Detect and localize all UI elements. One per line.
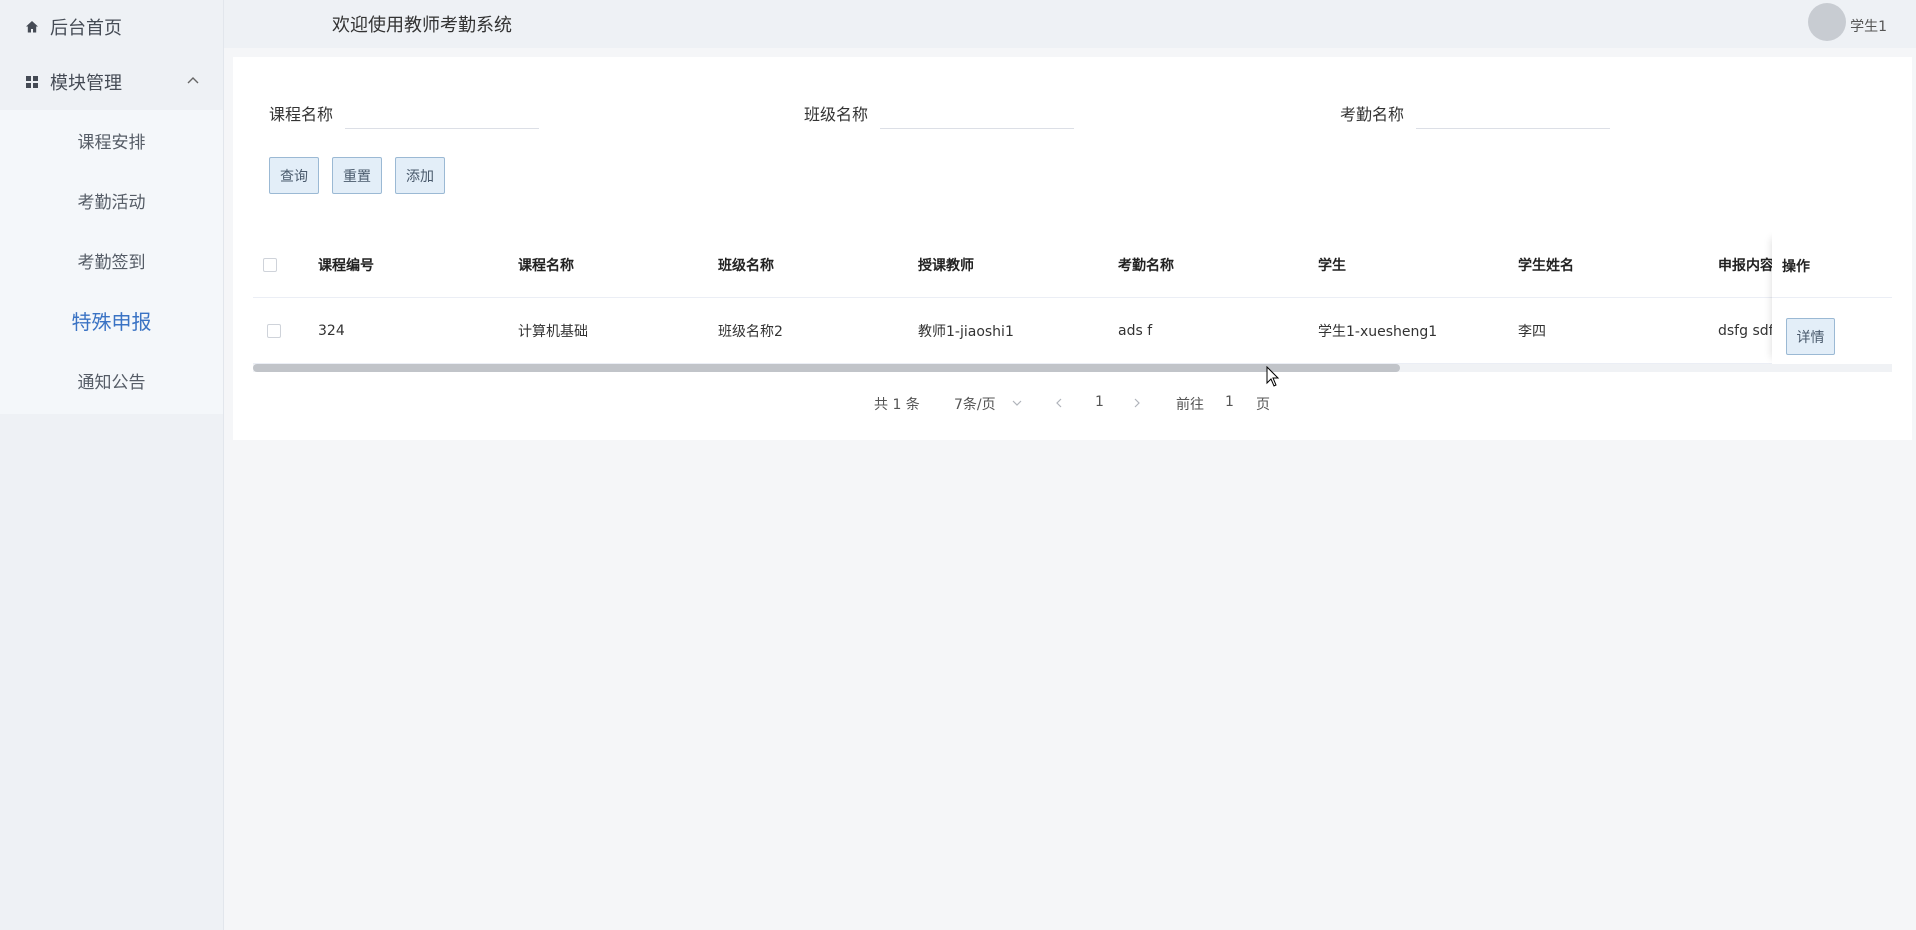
sidebar-item-notice[interactable]: 通知公告 xyxy=(0,350,223,410)
class-name-label: 班级名称 xyxy=(804,105,869,124)
username-label[interactable]: 学生1 xyxy=(1850,16,1887,36)
sidebar-group-modules[interactable]: 模块管理 xyxy=(0,54,223,110)
sidebar-item-attendance-activity[interactable]: 考勤活动 xyxy=(0,170,223,230)
goto-prefix: 前往 xyxy=(1176,397,1204,413)
chevron-up-icon[interactable] xyxy=(185,72,201,88)
column-header[interactable]: 课程编号 xyxy=(318,232,508,298)
sidebar-item-label: 考勤签到 xyxy=(77,252,146,273)
sidebar-item-home[interactable]: 后台首页 xyxy=(0,0,223,54)
goto-suffix: 页 xyxy=(1256,397,1270,413)
column-header[interactable]: 班级名称 xyxy=(718,232,908,298)
table-cell: 教师1-jiaoshi1 xyxy=(918,324,1014,340)
table-cell: ads f xyxy=(1118,323,1153,339)
table-cell: 李四 xyxy=(1518,324,1546,340)
top-header: 欢迎使用教师考勤系统 学生1 xyxy=(224,0,1916,48)
sidebar-submenu: 课程安排 考勤活动 考勤签到 特殊申报 通知公告 xyxy=(0,110,223,414)
sidebar-item-label: 课程安排 xyxy=(77,132,146,153)
goto-page-input[interactable]: 1 xyxy=(1225,394,1234,410)
scrollbar-thumb[interactable] xyxy=(253,364,1401,372)
table-cell: 324 xyxy=(318,323,345,339)
chevron-down-icon[interactable] xyxy=(1011,397,1023,409)
sidebar-item-course-schedule[interactable]: 课程安排 xyxy=(0,110,223,170)
fixed-action-column: 操作 详情 xyxy=(1772,232,1892,364)
column-header[interactable]: 授课教师 xyxy=(918,232,1108,298)
detail-button[interactable]: 详情 xyxy=(1786,318,1835,355)
query-button[interactable]: 查询 xyxy=(269,157,319,194)
table-row: 324 计算机基础 班级名称2 教师1-jiaoshi1 ads f 学生1-x… xyxy=(253,298,1892,364)
column-header[interactable]: 学生 xyxy=(1318,232,1508,298)
page-size-select[interactable]: 7条/页 xyxy=(954,394,996,414)
sidebar-item-special-report[interactable]: 特殊申报 xyxy=(0,290,223,350)
app-root: 后台首页 模块管理 课程安排 考勤活动 考勤签到 特殊申报 通知公告 欢迎使用教… xyxy=(0,0,1916,930)
grid-icon xyxy=(26,76,38,88)
next-page-icon[interactable] xyxy=(1131,397,1143,409)
page-title: 欢迎使用教师考勤系统 xyxy=(332,15,512,36)
sidebar-item-attendance-checkin[interactable]: 考勤签到 xyxy=(0,230,223,290)
course-name-label: 课程名称 xyxy=(269,105,334,124)
sidebar-item-label: 后台首页 xyxy=(50,18,122,39)
sidebar: 后台首页 模块管理 课程安排 考勤活动 考勤签到 特殊申报 通知公告 xyxy=(0,0,224,930)
add-button[interactable]: 添加 xyxy=(395,157,445,194)
current-page[interactable]: 1 xyxy=(1095,394,1104,410)
class-name-input[interactable] xyxy=(880,93,1074,129)
attendance-name-label: 考勤名称 xyxy=(1340,105,1405,124)
sidebar-item-label: 通知公告 xyxy=(77,372,146,393)
action-column-header: 操作 xyxy=(1782,259,1810,275)
table-header-row: 课程编号 课程名称 班级名称 授课教师 考勤名称 学生 学生姓名 申报内容 xyxy=(253,232,1892,298)
pagination-total: 共 1 条 xyxy=(874,397,920,413)
prev-page-icon[interactable] xyxy=(1053,397,1065,409)
attendance-name-input[interactable] xyxy=(1416,93,1610,129)
table-cell: 学生1-xuesheng1 xyxy=(1318,324,1438,340)
sidebar-group-label: 模块管理 xyxy=(50,73,122,94)
horizontal-scrollbar[interactable] xyxy=(253,364,1892,372)
sidebar-item-label: 特殊申报 xyxy=(71,309,152,334)
mouse-cursor-icon xyxy=(1266,366,1280,387)
column-header[interactable]: 学生姓名 xyxy=(1518,232,1708,298)
table-cell: 计算机基础 xyxy=(518,324,588,340)
data-table: 课程编号 课程名称 班级名称 授课教师 考勤名称 学生 学生姓名 申报内容 32… xyxy=(253,232,1892,368)
select-all-checkbox[interactable] xyxy=(263,258,277,272)
divider xyxy=(1772,297,1892,298)
reset-button[interactable]: 重置 xyxy=(332,157,382,194)
row-checkbox[interactable] xyxy=(267,324,281,338)
avatar[interactable] xyxy=(1808,3,1846,41)
column-header[interactable]: 课程名称 xyxy=(518,232,708,298)
column-header[interactable]: 考勤名称 xyxy=(1118,232,1308,298)
sidebar-item-label: 考勤活动 xyxy=(77,192,146,213)
home-icon xyxy=(26,21,38,33)
course-name-input[interactable] xyxy=(345,93,539,129)
table-cell: 班级名称2 xyxy=(718,324,783,340)
main-card: 课程名称 班级名称 考勤名称 查询 重置 添加 课程编号 课程名称 班级名称 授… xyxy=(233,57,1912,440)
